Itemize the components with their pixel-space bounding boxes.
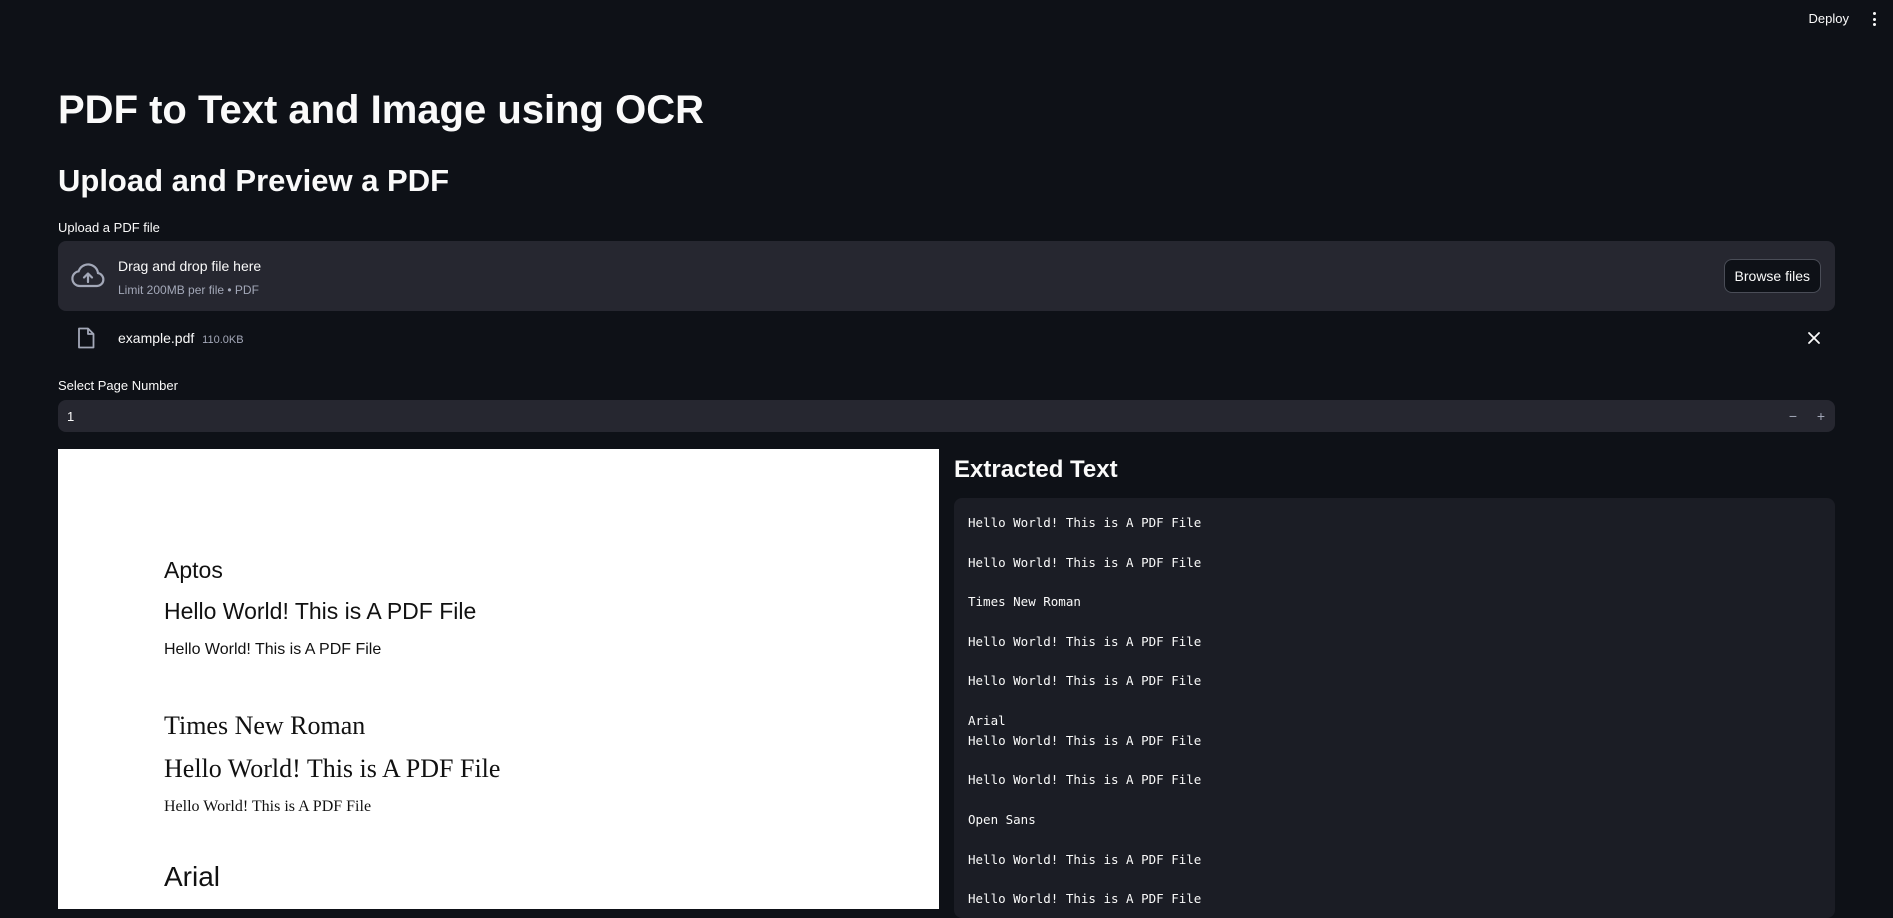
preview-aptos-line-2: Hello World! This is A PDF File [164,641,382,658]
preview-tnr-line-1: Hello World! This is A PDF File [164,754,501,783]
upload-label: Upload a PDF file [58,220,160,235]
preview-aptos-heading: Aptos [164,557,223,583]
page-subtitle: Upload and Preview a PDF [58,163,450,198]
extracted-text-block: Hello World! This is A PDF File Hello Wo… [954,498,1835,918]
dropzone-limit: Limit 200MB per file • PDF [118,283,259,297]
top-toolbar: Deploy [0,0,1893,38]
uploaded-file-info: example.pdf 110.0KB [118,330,244,346]
pdf-page-preview: Aptos Hello World! This is A PDF File He… [58,449,939,909]
preview-tnr-line-2: Hello World! This is A PDF File [164,798,372,815]
file-dropzone[interactable]: Drag and drop file here Limit 200MB per … [58,241,1835,311]
file-icon [78,327,95,349]
file-name: example.pdf [118,330,195,346]
extracted-text-heading: Extracted Text [954,456,1118,483]
dropzone-instruction: Drag and drop file here [118,258,262,274]
preview-aptos-line-1: Hello World! This is A PDF File [164,598,477,624]
kebab-menu-icon[interactable] [1869,10,1879,28]
uploaded-file-row: example.pdf 110.0KB [58,323,1835,353]
page-number-label: Select Page Number [58,378,178,393]
decrement-button[interactable]: − [1779,400,1807,432]
remove-file-icon[interactable] [1807,331,1821,345]
deploy-button[interactable]: Deploy [1809,11,1849,26]
browse-files-button[interactable]: Browse files [1723,259,1821,293]
extracted-text-content: Hello World! This is A PDF File Hello Wo… [968,515,1202,907]
preview-tnr-heading: Times New Roman [164,711,366,740]
page-number-stepper: − + [58,400,1835,432]
increment-button[interactable]: + [1807,400,1835,432]
file-size: 110.0KB [202,334,244,346]
preview-arial-heading: Arial [164,861,221,892]
cloud-upload-icon [71,263,105,288]
page-title: PDF to Text and Image using OCR [58,88,704,132]
page-number-input[interactable] [58,400,1758,432]
